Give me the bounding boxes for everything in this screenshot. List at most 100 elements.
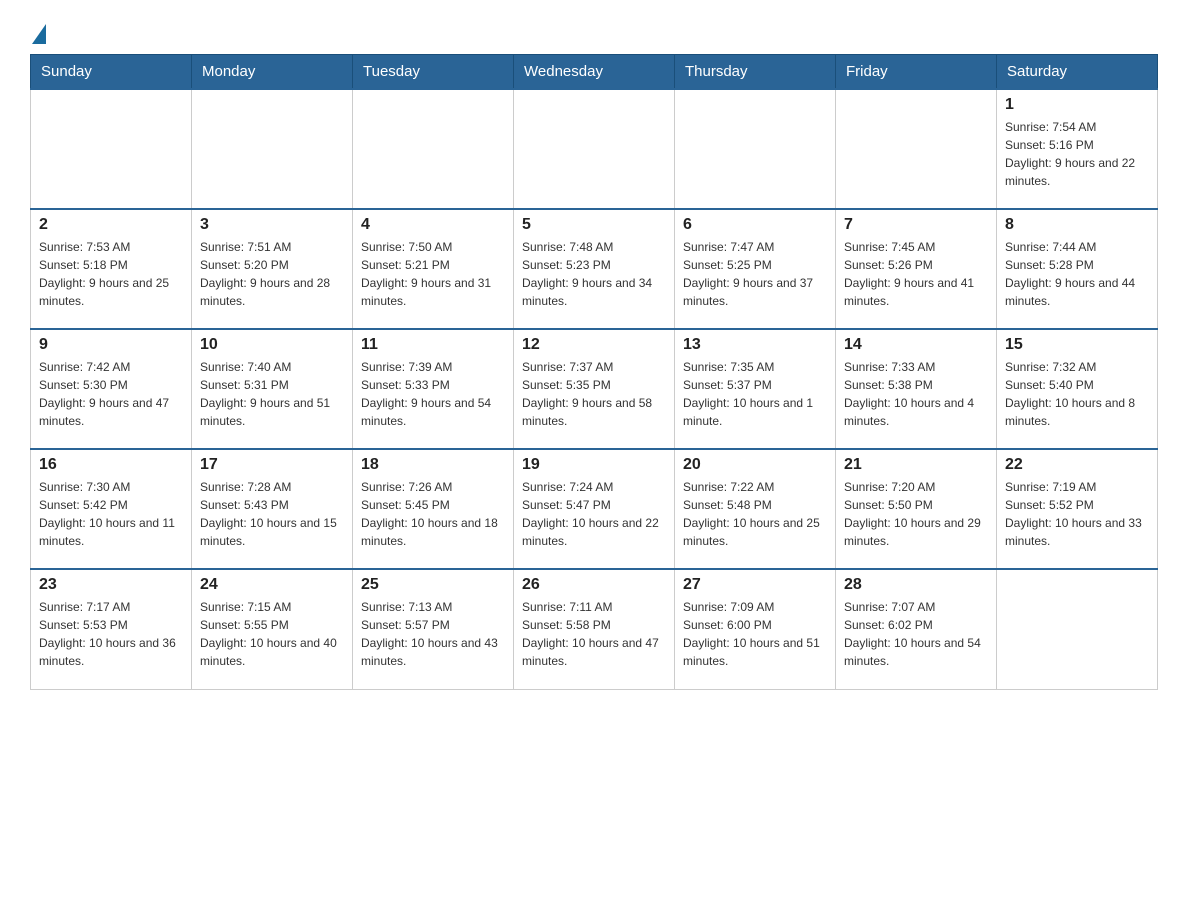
calendar-cell — [192, 89, 353, 209]
day-number: 5 — [522, 216, 666, 234]
day-number: 14 — [844, 336, 988, 354]
calendar-cell: 26 Sunrise: 7:11 AM Sunset: 5:58 PM Dayli… — [514, 569, 675, 689]
day-info: Sunrise: 7:22 AM Sunset: 5:48 PM Dayligh… — [683, 478, 827, 550]
day-info: Sunrise: 7:19 AM Sunset: 5:52 PM Dayligh… — [1005, 478, 1149, 550]
calendar-cell: 14Sunrise: 7:33 AM Sunset: 5:38 PM Dayli… — [836, 329, 997, 449]
day-info: Sunrise: 7:50 AM Sunset: 5:21 PM Dayligh… — [361, 238, 505, 310]
calendar-week-row: 23 Sunrise: 7:17 AM Sunset: 5:53 PM Dayli… — [31, 569, 1158, 689]
calendar-week-row: 2 Sunrise: 7:53 AM Sunset: 5:18 PM Daylig… — [31, 209, 1158, 329]
day-info: Sunrise: 7:40 AM Sunset: 5:31 PM Dayligh… — [200, 358, 344, 430]
day-number: 11 — [361, 336, 505, 354]
day-number: 28 — [844, 576, 988, 594]
calendar-header-sunday: Sunday — [31, 55, 192, 90]
day-number: 1 — [1005, 96, 1149, 114]
calendar-cell — [514, 89, 675, 209]
calendar-cell: 19 Sunrise: 7:24 AM Sunset: 5:47 PM Dayli… — [514, 449, 675, 569]
calendar-cell: 1 Sunrise: 7:54 AM Sunset: 5:16 PM Daylig… — [997, 89, 1158, 209]
day-number: 4 — [361, 216, 505, 234]
day-number: 18 — [361, 456, 505, 474]
day-number: 9 — [39, 336, 183, 354]
day-number: 22 — [1005, 456, 1149, 474]
calendar-header-tuesday: Tuesday — [353, 55, 514, 90]
calendar-cell — [836, 89, 997, 209]
day-info: Sunrise: 7:44 AM Sunset: 5:28 PM Dayligh… — [1005, 238, 1149, 310]
day-number: 3 — [200, 216, 344, 234]
day-info: Sunrise: 7:35 AM Sunset: 5:37 PM Dayligh… — [683, 358, 827, 430]
day-info: Sunrise: 7:32 AM Sunset: 5:40 PM Dayligh… — [1005, 358, 1149, 430]
calendar-header-thursday: Thursday — [675, 55, 836, 90]
day-info: Sunrise: 7:48 AM Sunset: 5:23 PM Dayligh… — [522, 238, 666, 310]
calendar-week-row: 16 Sunrise: 7:30 AM Sunset: 5:42 PM Dayli… — [31, 449, 1158, 569]
day-number: 2 — [39, 216, 183, 234]
day-number: 26 — [522, 576, 666, 594]
day-info: Sunrise: 7:39 AM Sunset: 5:33 PM Dayligh… — [361, 358, 505, 430]
day-number: 7 — [844, 216, 988, 234]
calendar-cell: 12 Sunrise: 7:37 AM Sunset: 5:35 PM Dayli… — [514, 329, 675, 449]
day-info: Sunrise: 7:30 AM Sunset: 5:42 PM Dayligh… — [39, 478, 183, 550]
calendar-table: SundayMondayTuesdayWednesdayThursdayFrid… — [30, 54, 1158, 690]
day-info: Sunrise: 7:20 AM Sunset: 5:50 PM Dayligh… — [844, 478, 988, 550]
logo — [30, 20, 50, 44]
day-info: Sunrise: 7:51 AM Sunset: 5:20 PM Dayligh… — [200, 238, 344, 310]
calendar-cell: 22 Sunrise: 7:19 AM Sunset: 5:52 PM Dayli… — [997, 449, 1158, 569]
calendar-cell: 20 Sunrise: 7:22 AM Sunset: 5:48 PM Dayli… — [675, 449, 836, 569]
day-number: 16 — [39, 456, 183, 474]
day-number: 24 — [200, 576, 344, 594]
calendar-week-row: 1 Sunrise: 7:54 AM Sunset: 5:16 PM Daylig… — [31, 89, 1158, 209]
logo-triangle-icon — [32, 24, 46, 44]
calendar-cell — [31, 89, 192, 209]
day-info: Sunrise: 7:53 AM Sunset: 5:18 PM Dayligh… — [39, 238, 183, 310]
day-number: 6 — [683, 216, 827, 234]
day-number: 25 — [361, 576, 505, 594]
calendar-cell: 10 Sunrise: 7:40 AM Sunset: 5:31 PM Dayli… — [192, 329, 353, 449]
calendar-cell: 16 Sunrise: 7:30 AM Sunset: 5:42 PM Dayli… — [31, 449, 192, 569]
day-number: 17 — [200, 456, 344, 474]
calendar-cell: 17Sunrise: 7:28 AM Sunset: 5:43 PM Dayli… — [192, 449, 353, 569]
day-number: 27 — [683, 576, 827, 594]
calendar-cell: 24 Sunrise: 7:15 AM Sunset: 5:55 PM Dayli… — [192, 569, 353, 689]
page-header — [30, 20, 1158, 44]
day-info: Sunrise: 7:13 AM Sunset: 5:57 PM Dayligh… — [361, 598, 505, 670]
day-number: 20 — [683, 456, 827, 474]
day-number: 19 — [522, 456, 666, 474]
calendar-header-friday: Friday — [836, 55, 997, 90]
calendar-cell: 23 Sunrise: 7:17 AM Sunset: 5:53 PM Dayli… — [31, 569, 192, 689]
calendar-cell: 18 Sunrise: 7:26 AM Sunset: 5:45 PM Dayli… — [353, 449, 514, 569]
calendar-cell: 5 Sunrise: 7:48 AM Sunset: 5:23 PM Daylig… — [514, 209, 675, 329]
calendar-cell — [997, 569, 1158, 689]
day-number: 23 — [39, 576, 183, 594]
calendar-header-row: SundayMondayTuesdayWednesdayThursdayFrid… — [31, 55, 1158, 90]
calendar-header-monday: Monday — [192, 55, 353, 90]
calendar-cell: 25 Sunrise: 7:13 AM Sunset: 5:57 PM Dayli… — [353, 569, 514, 689]
calendar-cell: 27Sunrise: 7:09 AM Sunset: 6:00 PM Dayli… — [675, 569, 836, 689]
day-info: Sunrise: 7:17 AM Sunset: 5:53 PM Dayligh… — [39, 598, 183, 670]
day-number: 21 — [844, 456, 988, 474]
calendar-cell: 9 Sunrise: 7:42 AM Sunset: 5:30 PM Daylig… — [31, 329, 192, 449]
calendar-cell: 11 Sunrise: 7:39 AM Sunset: 5:33 PM Dayli… — [353, 329, 514, 449]
day-number: 15 — [1005, 336, 1149, 354]
calendar-cell: 7 Sunrise: 7:45 AM Sunset: 5:26 PM Daylig… — [836, 209, 997, 329]
calendar-cell: 6 Sunrise: 7:47 AM Sunset: 5:25 PM Daylig… — [675, 209, 836, 329]
day-info: Sunrise: 7:45 AM Sunset: 5:26 PM Dayligh… — [844, 238, 988, 310]
calendar-header-wednesday: Wednesday — [514, 55, 675, 90]
day-info: Sunrise: 7:54 AM Sunset: 5:16 PM Dayligh… — [1005, 118, 1149, 190]
calendar-header-saturday: Saturday — [997, 55, 1158, 90]
calendar-cell: 2 Sunrise: 7:53 AM Sunset: 5:18 PM Daylig… — [31, 209, 192, 329]
calendar-cell: 15 Sunrise: 7:32 AM Sunset: 5:40 PM Dayli… — [997, 329, 1158, 449]
calendar-cell: 4 Sunrise: 7:50 AM Sunset: 5:21 PM Daylig… — [353, 209, 514, 329]
day-info: Sunrise: 7:47 AM Sunset: 5:25 PM Dayligh… — [683, 238, 827, 310]
calendar-cell: 28 Sunrise: 7:07 AM Sunset: 6:02 PM Dayli… — [836, 569, 997, 689]
day-info: Sunrise: 7:42 AM Sunset: 5:30 PM Dayligh… — [39, 358, 183, 430]
day-info: Sunrise: 7:15 AM Sunset: 5:55 PM Dayligh… — [200, 598, 344, 670]
day-number: 10 — [200, 336, 344, 354]
day-info: Sunrise: 7:07 AM Sunset: 6:02 PM Dayligh… — [844, 598, 988, 670]
calendar-week-row: 9 Sunrise: 7:42 AM Sunset: 5:30 PM Daylig… — [31, 329, 1158, 449]
day-number: 12 — [522, 336, 666, 354]
calendar-cell: 8Sunrise: 7:44 AM Sunset: 5:28 PM Daylig… — [997, 209, 1158, 329]
calendar-cell — [675, 89, 836, 209]
day-info: Sunrise: 7:11 AM Sunset: 5:58 PM Dayligh… — [522, 598, 666, 670]
day-info: Sunrise: 7:24 AM Sunset: 5:47 PM Dayligh… — [522, 478, 666, 550]
day-info: Sunrise: 7:37 AM Sunset: 5:35 PM Dayligh… — [522, 358, 666, 430]
calendar-cell: 13Sunrise: 7:35 AM Sunset: 5:37 PM Dayli… — [675, 329, 836, 449]
day-info: Sunrise: 7:26 AM Sunset: 5:45 PM Dayligh… — [361, 478, 505, 550]
